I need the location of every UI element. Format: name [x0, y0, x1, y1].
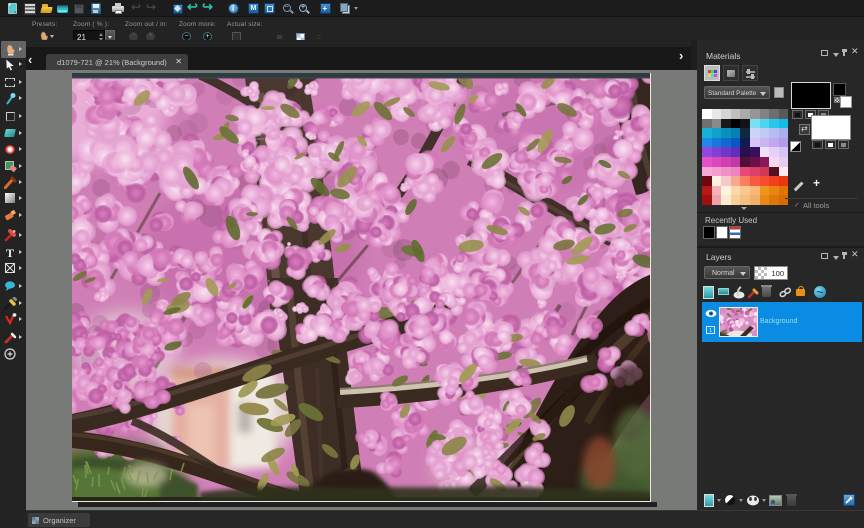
- svg-text:T: T: [6, 246, 14, 259]
